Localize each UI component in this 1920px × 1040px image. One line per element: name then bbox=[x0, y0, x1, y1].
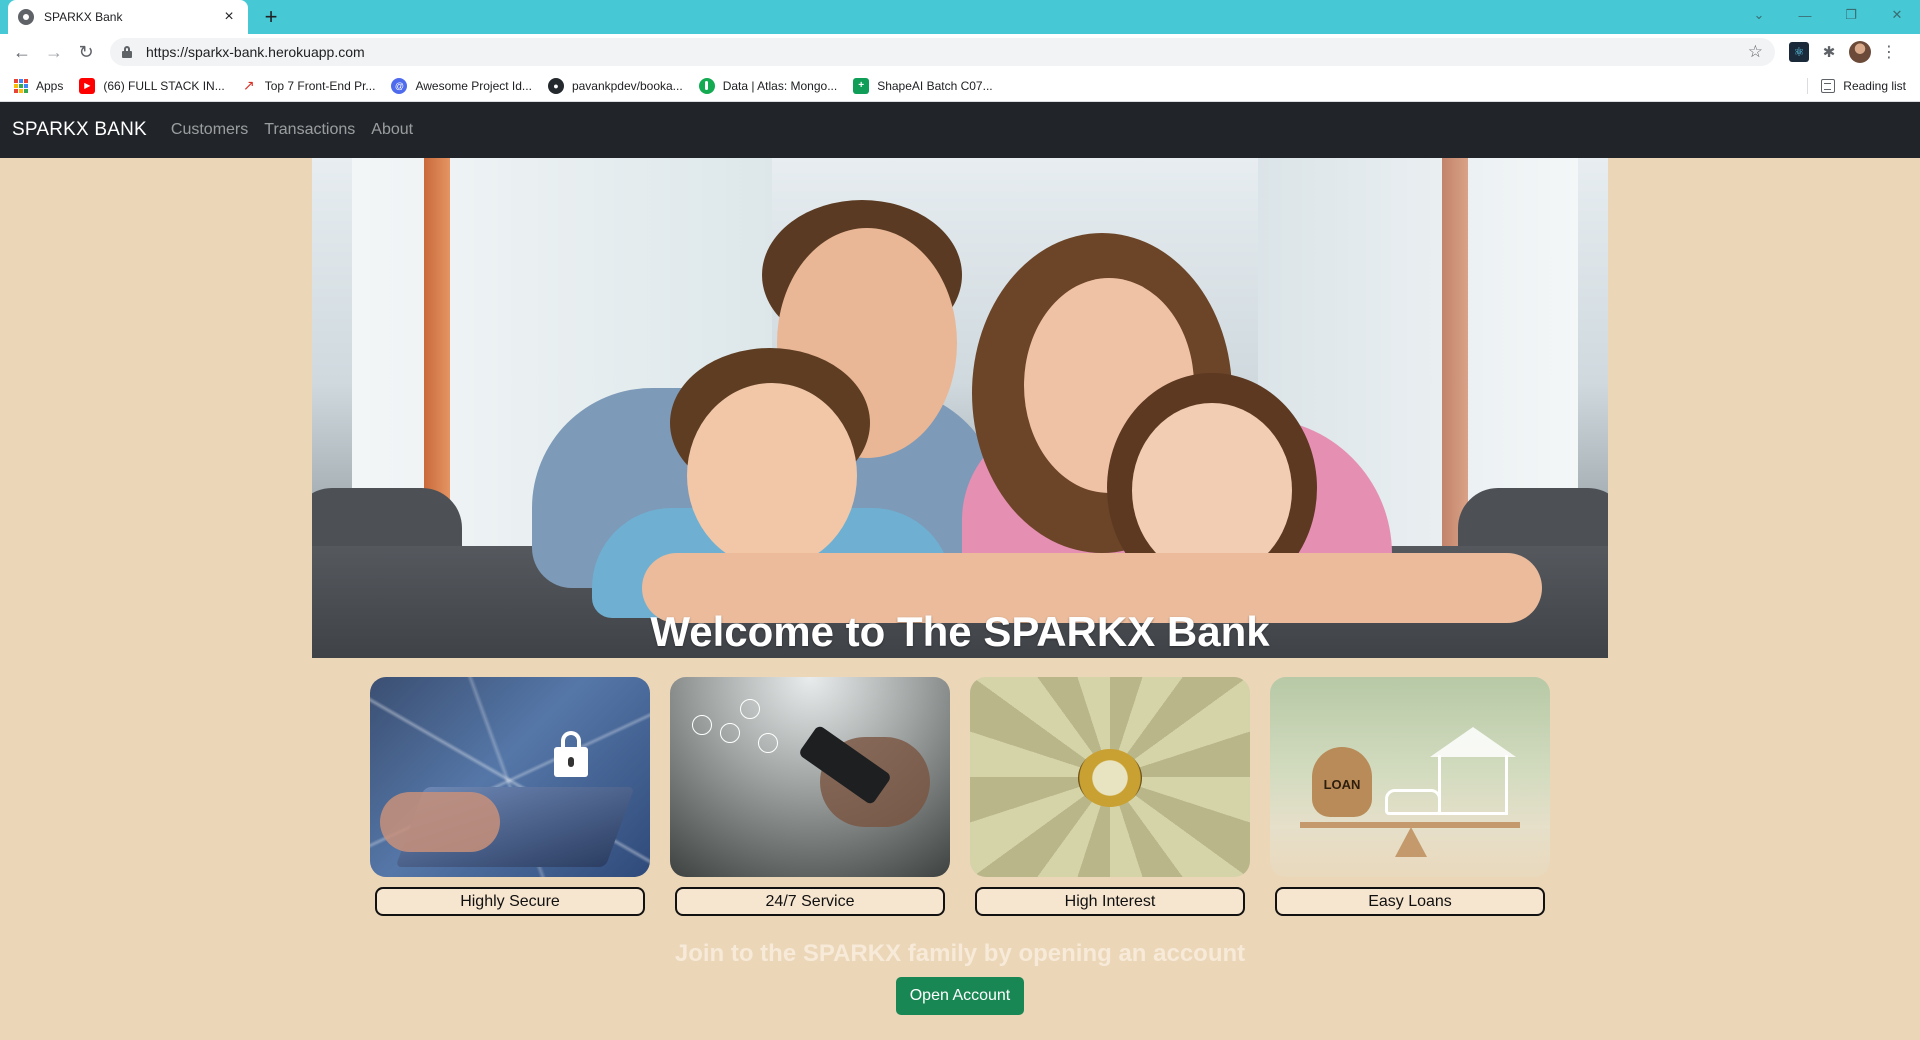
site-navbar: SPARKX BANK Customers Transactions About bbox=[0, 102, 1920, 158]
tab-title: SPARKX Bank bbox=[44, 10, 123, 24]
feature-label[interactable]: 24/7 Service bbox=[675, 887, 945, 916]
forward-icon[interactable]: → bbox=[38, 36, 70, 68]
bookmark-apps[interactable]: Apps bbox=[14, 78, 64, 93]
mongodb-icon bbox=[698, 77, 715, 94]
hero-image: Welcome to The SPARKX Bank bbox=[312, 158, 1608, 658]
scale-pivot bbox=[1395, 827, 1427, 857]
family-photo bbox=[1132, 403, 1292, 578]
feature-card-loans: LOAN Easy Loans bbox=[1270, 677, 1550, 916]
bookmark-label: Apps bbox=[36, 78, 64, 93]
nav-link-customers[interactable]: Customers bbox=[171, 121, 248, 139]
bookmark-frontend[interactable]: ↗ Top 7 Front-End Pr... bbox=[241, 77, 376, 94]
nav-link-about[interactable]: About bbox=[371, 121, 413, 139]
bookmark-label: ShapeAI Batch C07... bbox=[877, 78, 993, 93]
chat-bubble-icon bbox=[758, 733, 778, 753]
new-tab-button[interactable]: + bbox=[258, 4, 284, 30]
extensions-area: ⚛ ✱ ⋮ bbox=[1789, 41, 1897, 63]
bookmark-github[interactable]: ● pavankpdev/booka... bbox=[547, 77, 683, 94]
browser-toolbar: ← → ↻ https://sparkx-bank.herokuapp.com … bbox=[0, 34, 1920, 70]
reading-list-button[interactable]: Reading list bbox=[1821, 70, 1906, 102]
browser-tab[interactable]: SPARKX Bank × bbox=[8, 0, 248, 34]
bookmarks-bar: Apps ▶ (66) FULL STACK IN... ↗ Top 7 Fro… bbox=[0, 70, 1920, 102]
service-image bbox=[670, 677, 950, 877]
cta-text: Join to the SPARKX family by opening an … bbox=[674, 940, 1246, 967]
house-roof-illustration bbox=[1430, 727, 1516, 757]
apps-grid-icon bbox=[14, 78, 28, 93]
coin-illustration bbox=[1078, 749, 1142, 807]
interest-image bbox=[970, 677, 1250, 877]
shapeai-icon: + bbox=[853, 77, 870, 94]
padlock-icon bbox=[554, 731, 588, 777]
feature-card-interest: High Interest bbox=[970, 677, 1250, 916]
feature-label[interactable]: High Interest bbox=[975, 887, 1245, 916]
feature-label[interactable]: Easy Loans bbox=[1275, 887, 1545, 916]
mail-bubble-icon bbox=[720, 723, 740, 743]
bookmark-shapeai[interactable]: + ShapeAI Batch C07... bbox=[853, 77, 993, 94]
window-controls: ⌄ — ❐ ✕ bbox=[1736, 0, 1920, 30]
close-tab-icon[interactable]: × bbox=[220, 8, 238, 26]
loans-image: LOAN bbox=[1270, 677, 1550, 877]
youtube-icon: ▶ bbox=[79, 77, 96, 94]
bookmark-mongodb[interactable]: Data | Atlas: Mongo... bbox=[698, 77, 838, 94]
minimize-icon[interactable]: — bbox=[1782, 0, 1828, 30]
restore-icon[interactable]: ❐ bbox=[1828, 0, 1874, 30]
url-text[interactable]: https://sparkx-bank.herokuapp.com bbox=[146, 44, 1748, 60]
back-icon[interactable]: ← bbox=[6, 36, 38, 68]
reading-list-icon bbox=[1821, 79, 1836, 93]
globe-icon bbox=[18, 9, 34, 25]
bookmark-label: Data | Atlas: Mongo... bbox=[722, 78, 838, 93]
globe-icon: @ bbox=[391, 77, 408, 94]
features-section: Highly Secure 24/7 Service High Interest… bbox=[370, 677, 1550, 917]
loan-bag-illustration: LOAN bbox=[1312, 747, 1372, 817]
react-devtools-icon[interactable]: ⚛ bbox=[1789, 42, 1809, 62]
bookmark-label: (66) FULL STACK IN... bbox=[103, 78, 225, 93]
hands-illustration bbox=[380, 792, 500, 852]
browser-menu-icon[interactable]: ⋮ bbox=[1881, 42, 1897, 62]
feature-label[interactable]: Highly Secure bbox=[375, 887, 645, 916]
reading-list-label: Reading list bbox=[1843, 79, 1906, 93]
profile-avatar[interactable] bbox=[1849, 41, 1871, 63]
extensions-puzzle-icon[interactable]: ✱ bbox=[1819, 42, 1839, 62]
bookmark-label: Awesome Project Id... bbox=[415, 78, 532, 93]
car-illustration bbox=[1385, 789, 1441, 815]
phone-bubble-icon bbox=[692, 715, 712, 735]
bookmark-star-icon[interactable]: ☆ bbox=[1748, 42, 1763, 62]
house-illustration bbox=[1438, 755, 1508, 815]
close-window-icon[interactable]: ✕ bbox=[1874, 0, 1920, 30]
navbar-brand[interactable]: SPARKX BANK bbox=[12, 119, 147, 141]
divider bbox=[1807, 78, 1808, 94]
open-account-button[interactable]: Open Account bbox=[896, 977, 1024, 1015]
tab-strip: SPARKX Bank × + ⌄ — ❐ ✕ bbox=[0, 0, 1920, 34]
feature-card-service: 24/7 Service bbox=[670, 677, 950, 916]
address-bar[interactable]: https://sparkx-bank.herokuapp.com ☆ bbox=[110, 38, 1775, 66]
security-image bbox=[370, 677, 650, 877]
nav-link-transactions[interactable]: Transactions bbox=[264, 121, 355, 139]
bookmark-awesome-project[interactable]: @ Awesome Project Id... bbox=[391, 77, 532, 94]
hero-title: Welcome to The SPARKX Bank bbox=[650, 608, 1270, 655]
reload-icon[interactable]: ↻ bbox=[70, 36, 102, 68]
family-photo bbox=[687, 383, 857, 568]
bookmark-label: pavankpdev/booka... bbox=[571, 78, 683, 93]
lock-icon[interactable] bbox=[122, 46, 132, 58]
bookmark-youtube[interactable]: ▶ (66) FULL STACK IN... bbox=[79, 77, 225, 94]
bookmark-label: Top 7 Front-End Pr... bbox=[264, 78, 376, 93]
at-bubble-icon bbox=[740, 699, 760, 719]
arrow-icon: ↗ bbox=[242, 77, 255, 93]
feature-card-secure: Highly Secure bbox=[370, 677, 650, 916]
github-icon: ● bbox=[547, 77, 564, 94]
tab-search-icon[interactable]: ⌄ bbox=[1736, 0, 1782, 30]
